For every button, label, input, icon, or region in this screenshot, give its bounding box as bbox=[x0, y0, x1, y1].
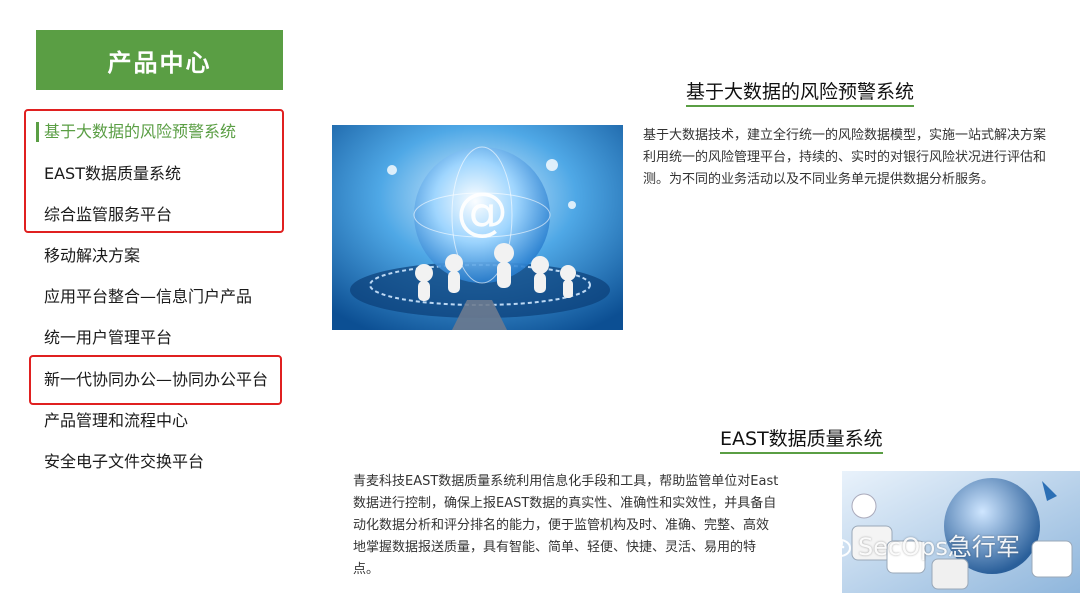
wechat-icon bbox=[818, 531, 852, 559]
desc-line: 数据进行控制，确保上报EAST数据的真实性、准确性和实效性，并具备自 bbox=[353, 496, 777, 511]
desc-line: 青麦科技EAST数据质量系统利用信息化手段和工具，帮助监管单位对East bbox=[353, 474, 779, 489]
desc-line: 点。 bbox=[353, 562, 380, 577]
section-title-risk: 基于大数据的风险预警系统 bbox=[686, 80, 915, 107]
desc-line: 动化数据分析和评分排名的能力，便于监管机构及时、准确、完整、高效 bbox=[353, 518, 770, 533]
svg-text:@: @ bbox=[456, 182, 508, 242]
highlight-box-bottom bbox=[29, 355, 282, 405]
sidebar-item-product-flow[interactable]: 产品管理和流程中心 bbox=[44, 411, 188, 431]
watermark-text: SecOps急行军 bbox=[858, 533, 1020, 561]
sidebar-item-mobile[interactable]: 移动解决方案 bbox=[44, 246, 140, 266]
sidebar-item-portal[interactable]: 应用平台整合—信息门户产品 bbox=[44, 287, 252, 307]
desc-line: 测。为不同的业务活动以及不同业务单元提供数据分析服务。 bbox=[643, 172, 995, 187]
desc-line: 基于大数据技术，建立全行统一的风险数据模型，实施一站式解决方案 bbox=[643, 128, 1047, 143]
desc-line: 利用统一的风险管理平台，持续的、实时的对银行风险状况进行评估和 bbox=[643, 150, 1047, 165]
sidebar-title: 产品中心 bbox=[36, 30, 283, 90]
section-title-east: EAST数据质量系统 bbox=[720, 427, 883, 454]
sidebar-item-user-mgmt[interactable]: 统一用户管理平台 bbox=[44, 328, 172, 348]
desc-line: 地掌握数据报送质量，具有智能、简单、轻便、快捷、灵活、易用的特 bbox=[353, 540, 757, 555]
section-desc-east: 青麦科技EAST数据质量系统利用信息化手段和工具，帮助监管单位对East 数据进… bbox=[353, 471, 828, 581]
risk-illustration: @ bbox=[332, 125, 623, 330]
section-desc-risk: 基于大数据技术，建立全行统一的风险数据模型，实施一站式解决方案 利用统一的风险管… bbox=[643, 125, 1080, 191]
highlight-box-top bbox=[24, 109, 284, 233]
sidebar-item-file-exchange[interactable]: 安全电子文件交换平台 bbox=[44, 452, 204, 472]
watermark: SecOps急行军 bbox=[818, 527, 1020, 562]
